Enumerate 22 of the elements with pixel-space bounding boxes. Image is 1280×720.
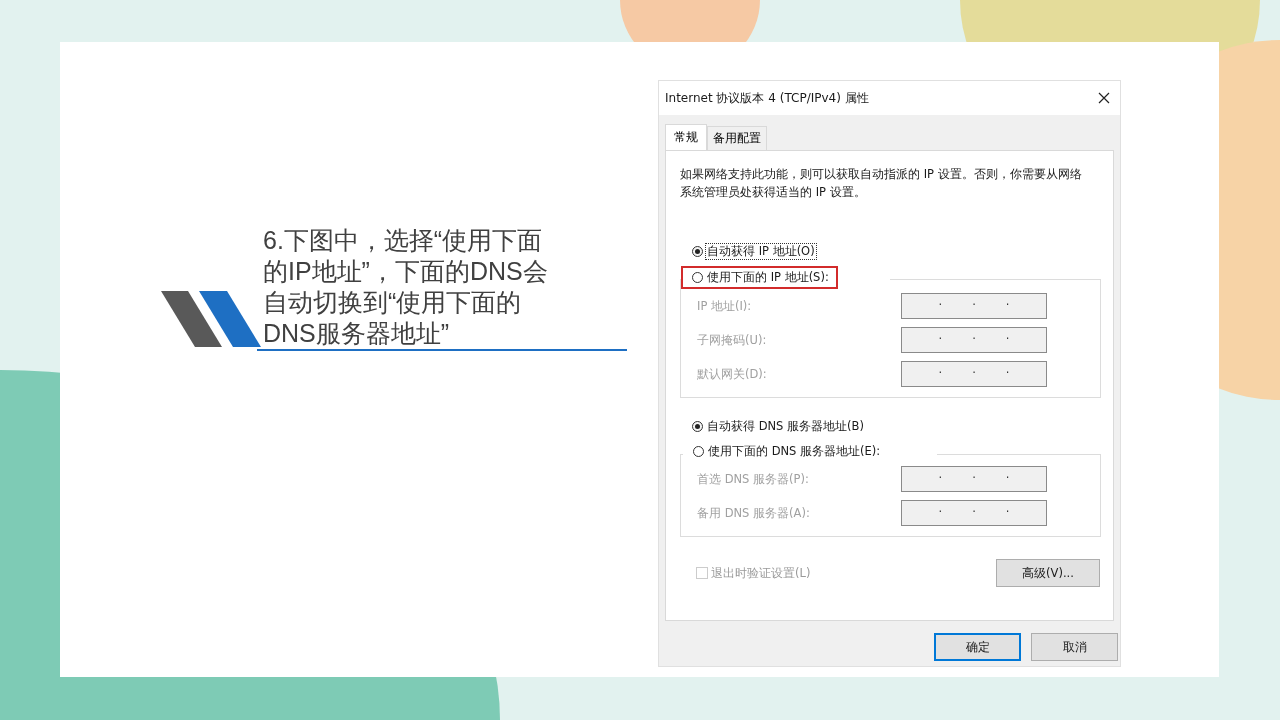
radio-button[interactable]: 使用下面的 DNS 服务器地址(E): [691, 443, 884, 460]
ok-button[interactable]: 确定 [934, 633, 1021, 661]
radio-button[interactable]: 自动获得 DNS 服务器地址(B) [690, 418, 867, 435]
radio-button[interactable]: 自动获得 IP 地址(O) [690, 243, 818, 260]
radio-circle[interactable] [692, 246, 703, 257]
tab[interactable]: 备用配置 [707, 126, 767, 150]
window-title: Internet 协议版本 4 (TCP/IPv4) 属性 [665, 89, 869, 107]
slide-caption: 6.下图中，选择“使用下面 的IP地址”，下面的DNS会 自动切换到“使用下面的 DNS服务器地址” [262, 225, 548, 349]
radio-circle[interactable] [692, 272, 703, 283]
radio-circle[interactable] [692, 421, 703, 432]
field-label: 默认网关(D): [697, 366, 767, 382]
field-label: IP 地址(I): [697, 298, 752, 314]
tab[interactable]: 常规 [665, 124, 707, 150]
field-label: 子网掩码(U): [697, 332, 767, 348]
radio-circle[interactable] [693, 446, 704, 457]
radio-button[interactable]: 使用下面的 IP 地址(S): [683, 268, 836, 287]
field-label: 备用 DNS 服务器(A): [697, 505, 810, 521]
close-icon [1098, 92, 1110, 104]
field-label: 首选 DNS 服务器(P): [697, 471, 809, 487]
description-text: 如果网络支持此功能，则可以获取自动指派的 IP 设置。否则，你需要从网络系统管理员处获得适当的 IP 设置。 [680, 166, 1083, 201]
cancel-button[interactable]: 取消 [1031, 633, 1118, 661]
advanced-button[interactable]: 高级(V)... [996, 559, 1100, 587]
